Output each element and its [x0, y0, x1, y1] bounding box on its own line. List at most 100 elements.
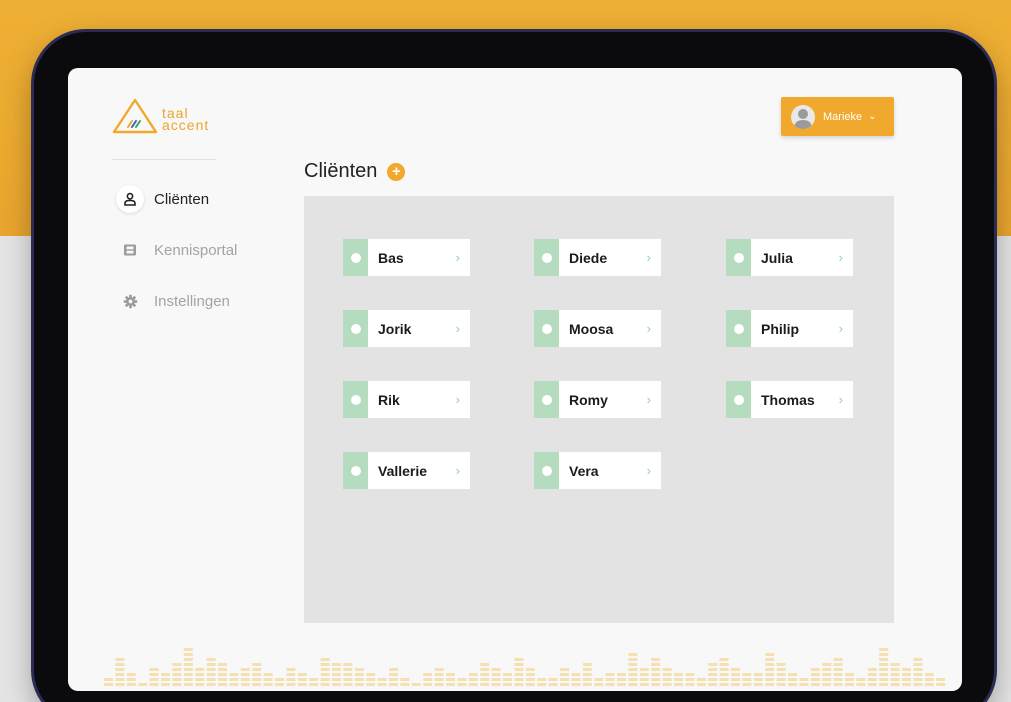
logo-triangle-icon — [112, 98, 158, 134]
client-status-strip — [726, 310, 751, 347]
status-dot — [350, 252, 361, 263]
equalizer-bar — [446, 673, 455, 686]
client-status-strip — [534, 381, 559, 418]
equalizer-bar — [628, 653, 638, 686]
client-status-strip — [343, 239, 368, 276]
sidebar-item-clienten[interactable]: Cliënten — [116, 185, 209, 213]
client-status-strip — [534, 310, 559, 347]
equalizer-bar — [161, 673, 170, 686]
chevron-right-icon: › — [838, 250, 843, 265]
client-status-strip — [726, 239, 751, 276]
equalizer-bar — [275, 678, 284, 686]
equalizer-bar — [833, 658, 843, 686]
client-status-strip — [343, 452, 368, 489]
add-client-button[interactable]: + — [387, 162, 406, 181]
equalizer-bar — [582, 663, 592, 686]
sidebar-item-instellingen[interactable]: Instellingen — [116, 287, 230, 315]
client-card[interactable]: Philip › — [726, 310, 853, 347]
chevron-right-icon: › — [646, 321, 651, 336]
equalizer-bar — [571, 673, 581, 686]
equalizer-decoration — [104, 648, 946, 686]
app-screen: taal accent Cliënten Kennisportal Instel… — [68, 68, 962, 691]
chevron-down-icon: ⌄ — [868, 111, 877, 122]
client-status-strip — [343, 310, 368, 347]
chevron-right-icon: › — [455, 392, 460, 407]
equalizer-bar — [742, 673, 752, 686]
equalizer-bar — [924, 673, 934, 686]
equalizer-bar — [229, 673, 239, 686]
equalizer-bar — [776, 663, 786, 686]
client-name: Thomas — [761, 391, 815, 408]
equalizer-bar — [400, 678, 410, 686]
equalizer-bar — [297, 673, 307, 686]
equalizer-bar — [719, 658, 729, 686]
chevron-right-icon: › — [646, 250, 651, 265]
equalizer-bar — [879, 648, 889, 686]
status-dot — [733, 394, 744, 405]
equalizer-bar — [343, 663, 353, 686]
equalizer-bar — [731, 668, 740, 686]
equalizer-bar — [753, 673, 763, 686]
client-card[interactable]: Jorik › — [343, 310, 470, 347]
sidebar-item-kennisportal[interactable]: Kennisportal — [116, 236, 237, 264]
equalizer-bar — [172, 663, 182, 686]
equalizer-bar — [845, 673, 854, 686]
equalizer-bar — [685, 673, 695, 686]
equalizer-bar — [286, 668, 296, 686]
avatar-icon — [794, 108, 812, 129]
equalizer-bar — [240, 668, 250, 686]
client-card[interactable]: Moosa › — [534, 310, 661, 347]
sidebar-divider — [112, 159, 216, 160]
equalizer-bar — [389, 668, 398, 686]
chevron-right-icon: › — [838, 392, 843, 407]
equalizer-bar — [537, 678, 547, 686]
status-dot — [733, 252, 744, 263]
equalizer-bar — [149, 668, 159, 686]
client-status-strip — [534, 239, 559, 276]
equalizer-bar — [115, 658, 125, 686]
client-card[interactable]: Rik › — [343, 381, 470, 418]
user-menu-button[interactable]: Marieke ⌄ — [781, 97, 894, 136]
status-dot — [541, 394, 552, 405]
equalizer-bar — [183, 648, 193, 686]
user-name: Marieke — [823, 110, 863, 123]
client-card[interactable]: Julia › — [726, 239, 853, 276]
equalizer-bar — [104, 678, 113, 686]
status-dot — [350, 465, 361, 476]
chevron-right-icon: › — [838, 321, 843, 336]
equalizer-bar — [195, 668, 205, 686]
equalizer-bar — [525, 668, 535, 686]
equalizer-bar — [902, 668, 911, 686]
equalizer-bar — [674, 673, 683, 686]
client-grid-panel: Bas › Diede › Julia › Jorik › Moosa › Ph… — [304, 196, 894, 623]
equalizer-bar — [252, 663, 262, 686]
logo-text-accent: accent — [162, 117, 210, 133]
equalizer-bar — [411, 683, 421, 686]
equalizer-bar — [548, 678, 558, 686]
client-card[interactable]: Thomas › — [726, 381, 853, 418]
equalizer-bar — [810, 668, 820, 686]
client-card[interactable]: Bas › — [343, 239, 470, 276]
client-name: Romy — [569, 391, 608, 408]
equalizer-bar — [263, 673, 273, 686]
equalizer-bar — [788, 673, 797, 686]
client-name: Jorik — [378, 320, 412, 337]
chevron-right-icon: › — [646, 392, 651, 407]
client-name: Moosa — [569, 320, 614, 337]
status-dot — [541, 465, 552, 476]
client-card[interactable]: Vallerie › — [343, 452, 470, 489]
client-card[interactable]: Romy › — [534, 381, 661, 418]
equalizer-bar — [514, 658, 524, 686]
gear-icon — [116, 287, 144, 315]
page-title: Cliënten + — [304, 160, 406, 183]
avatar — [791, 104, 815, 129]
status-dot — [541, 252, 552, 263]
equalizer-bar — [651, 658, 661, 686]
client-card[interactable]: Diede › — [534, 239, 661, 276]
equalizer-bar — [423, 673, 433, 686]
equalizer-bar — [138, 683, 148, 686]
status-dot — [350, 323, 361, 334]
equalizer-bar — [708, 663, 718, 686]
client-name: Rik — [378, 391, 400, 408]
client-card[interactable]: Vera › — [534, 452, 661, 489]
